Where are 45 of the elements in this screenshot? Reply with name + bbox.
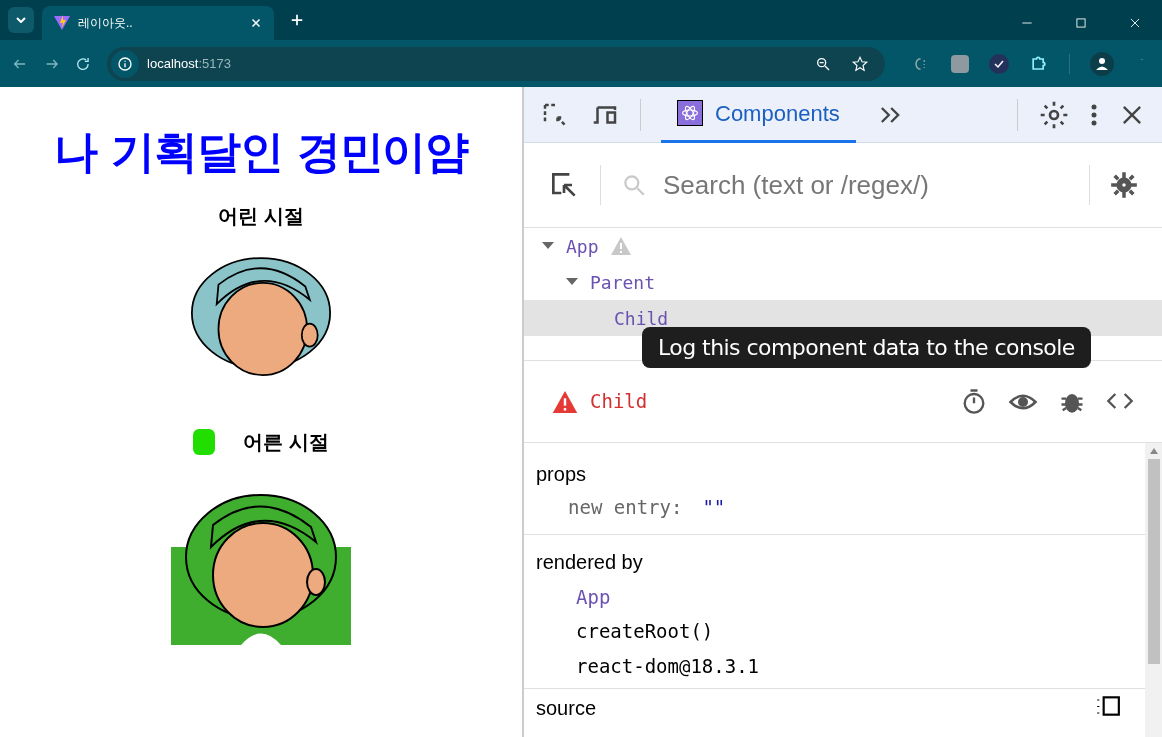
prop-value: "" — [702, 495, 726, 520]
caret-icon — [16, 17, 26, 23]
scrollbar[interactable] — [1145, 443, 1162, 737]
more-options-icon[interactable] — [1090, 102, 1098, 127]
owner-item: createRoot() — [575, 619, 715, 644]
close-icon[interactable] — [250, 17, 262, 29]
section-title: 어린 시절 — [218, 204, 304, 229]
page-heading: 나 기획달인 경민이얌 — [53, 125, 469, 179]
tab-title: 레이아웃.. — [78, 15, 134, 32]
search-icon — [621, 172, 647, 198]
copy-icon[interactable] — [1095, 693, 1121, 719]
scroll-up-icon[interactable] — [1149, 447, 1158, 455]
owner-item[interactable]: App — [536, 582, 1133, 611]
star-icon[interactable] — [851, 54, 869, 73]
prop-key: new entry: — [568, 493, 683, 522]
maximize-icon[interactable] — [1074, 16, 1088, 30]
atom-icon — [677, 100, 703, 126]
owner-item: react-dom@18.3.1 — [575, 653, 761, 679]
search-field[interactable]: Search (text or /regex/) — [621, 165, 1090, 205]
section-title: rendered by — [536, 549, 644, 575]
url-text: localhost:5173 — [147, 54, 231, 73]
component-name: Parent — [590, 270, 656, 295]
extension-icon[interactable] — [951, 54, 969, 73]
profile-icon[interactable] — [1090, 51, 1114, 76]
expand-caret-icon[interactable] — [542, 242, 554, 250]
site-info-icon[interactable] — [111, 49, 140, 78]
expand-caret-icon[interactable] — [566, 278, 578, 286]
address-bar[interactable]: localhost:5173 — [107, 46, 885, 81]
check-extension-icon[interactable] — [989, 53, 1009, 74]
component-name: App — [566, 234, 599, 259]
lightning-logo-icon — [54, 15, 70, 31]
close-icon[interactable] — [1128, 16, 1142, 30]
section-title: source — [536, 696, 597, 721]
new-tab-icon[interactable] — [290, 13, 304, 27]
zoom-out-icon[interactable] — [815, 55, 831, 72]
inspected-component-name: Child — [590, 389, 648, 415]
tree-row[interactable]: App — [524, 228, 1162, 264]
reload-icon[interactable] — [75, 55, 92, 72]
tree-row[interactable]: Parent — [524, 264, 1162, 300]
tooltip: Log this component data to the console — [642, 327, 1091, 368]
tab-list-button[interactable] — [8, 7, 34, 33]
section-title: props — [536, 462, 588, 487]
section-title: 어른 시절 — [243, 430, 329, 455]
settings-icon[interactable] — [1110, 171, 1138, 199]
browser-tab[interactable]: 레이아웃.. — [42, 6, 274, 40]
